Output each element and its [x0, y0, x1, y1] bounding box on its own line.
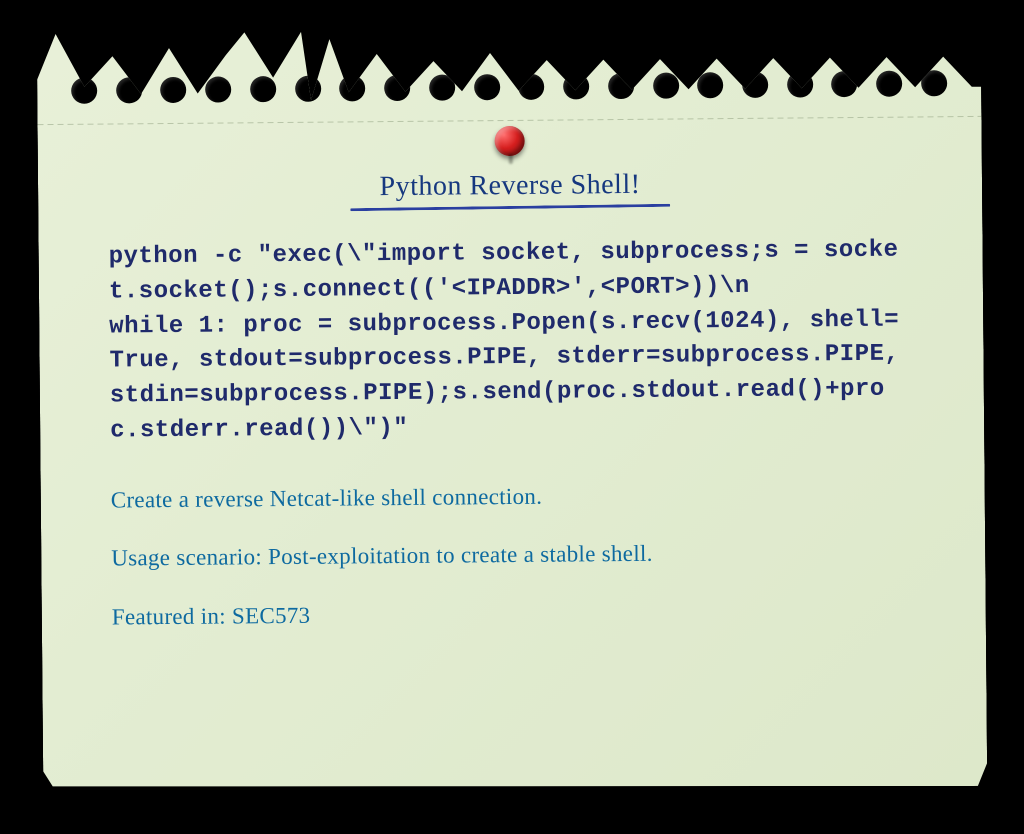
- hole-icon: [339, 75, 365, 101]
- pushpin-icon: [495, 126, 525, 156]
- hole-icon: [787, 71, 813, 97]
- hole-icon: [474, 74, 500, 100]
- hole-icon: [742, 72, 768, 98]
- hole-icon: [921, 70, 947, 96]
- hole-icon: [697, 72, 723, 98]
- hole-icon: [429, 74, 455, 100]
- hole-icon: [71, 78, 97, 104]
- hole-icon: [205, 76, 231, 102]
- hole-icon: [295, 76, 321, 102]
- featured-text: Featured in: SEC573: [112, 593, 916, 635]
- hole-icon: [876, 71, 902, 97]
- note-content: Python Reverse Shell! python -c "exec(\"…: [108, 167, 917, 754]
- hole-icon: [832, 71, 858, 97]
- hole-icon: [608, 73, 634, 99]
- spiral-holes: [37, 70, 981, 118]
- hole-icon: [161, 77, 187, 103]
- stage: Python Reverse Shell! python -c "exec(\"…: [0, 0, 1024, 834]
- description-text: Create a reverse Netcat-like shell conne…: [111, 476, 915, 518]
- title-underline: [350, 204, 670, 211]
- hole-icon: [384, 75, 410, 101]
- hole-icon: [116, 77, 142, 103]
- code-block: python -c "exec(\"import socket, subproc…: [109, 233, 915, 449]
- hole-icon: [563, 73, 589, 99]
- hole-icon: [653, 73, 679, 99]
- usage-text: Usage scenario: Post-exploitation to cre…: [111, 535, 915, 577]
- sticky-note: Python Reverse Shell! python -c "exec(\"…: [37, 26, 988, 794]
- hole-icon: [250, 76, 276, 102]
- note-title: Python Reverse Shell!: [108, 167, 912, 206]
- hole-icon: [518, 74, 544, 100]
